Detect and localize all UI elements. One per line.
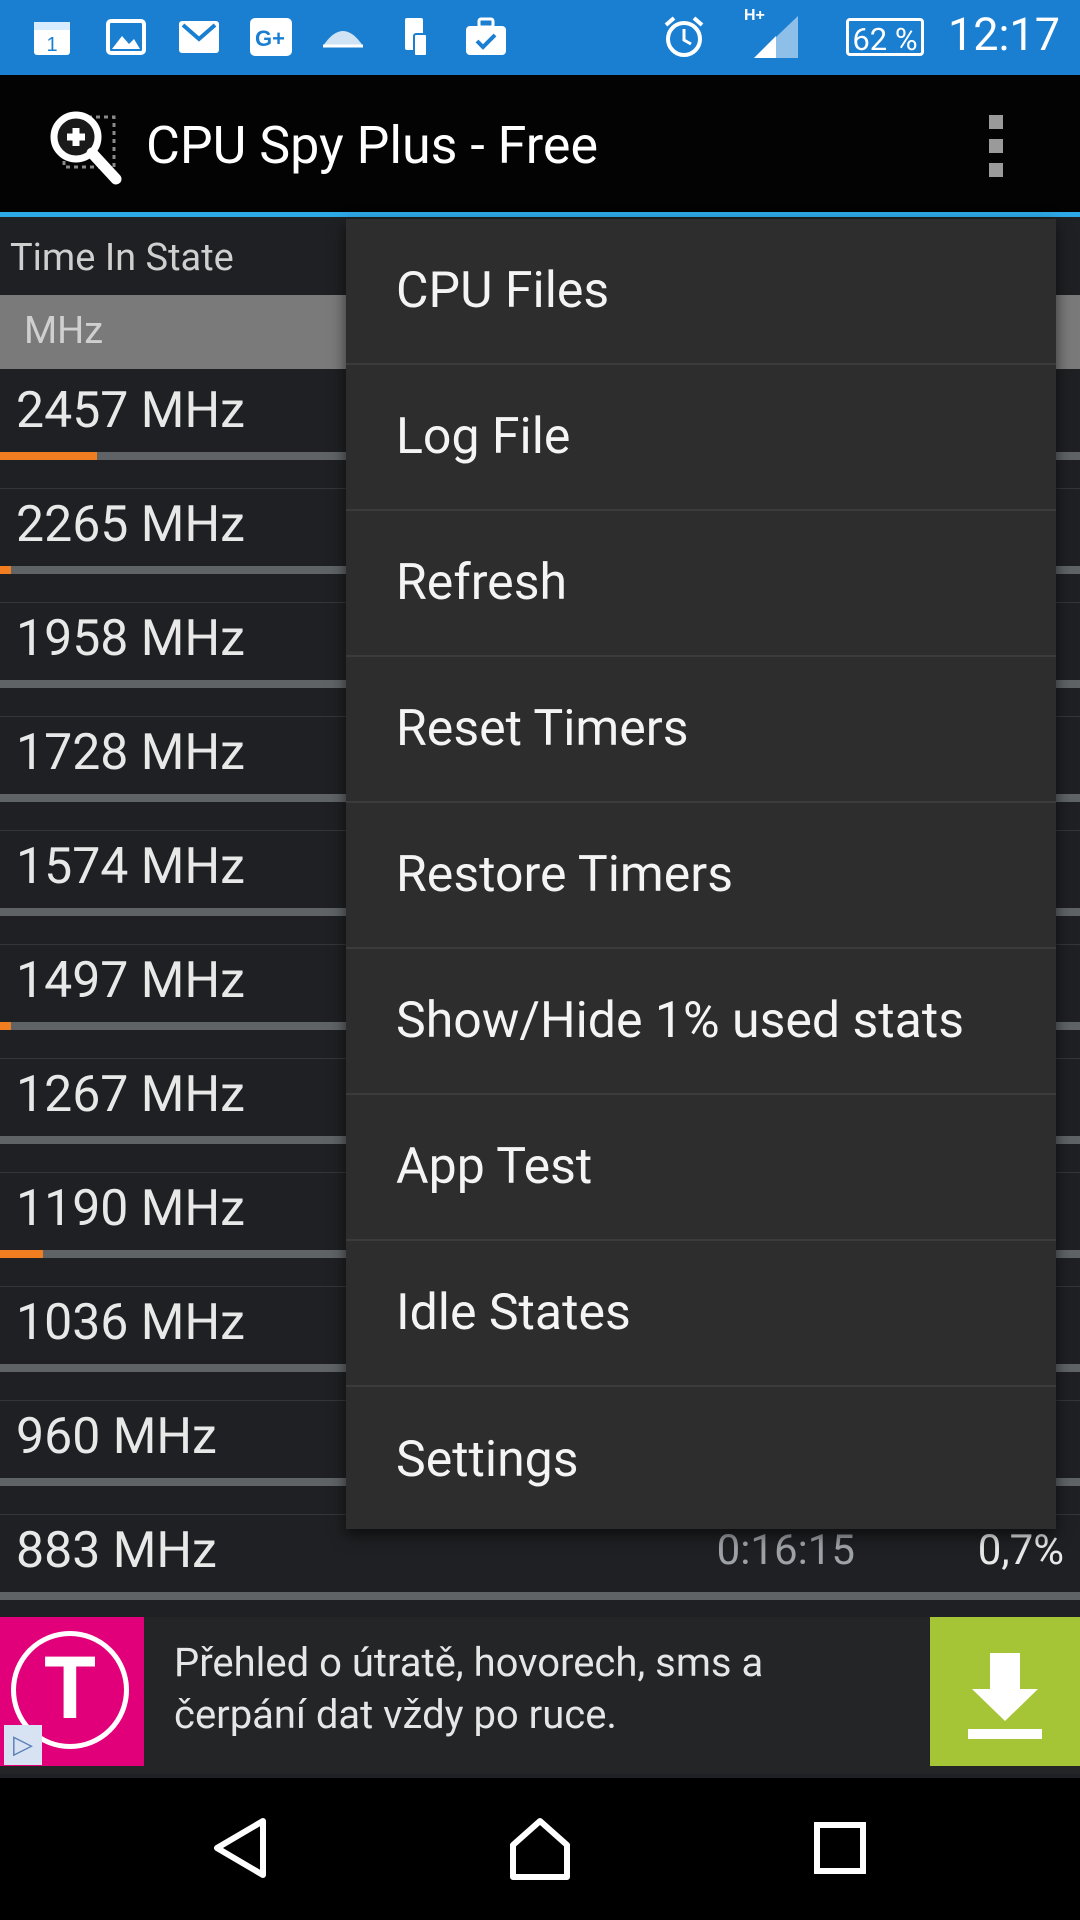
alarm-icon [661,15,707,59]
phone-device-icon [398,15,432,59]
adchoices-icon[interactable]: ▷ [4,1725,42,1765]
row-progress-fill [0,566,11,574]
game-icon [318,15,368,59]
calendar-icon: 1 [30,15,74,59]
row-progress-track [0,1592,1080,1600]
row-frequency: 2265 MHz [16,496,245,554]
download-button[interactable] [930,1617,1080,1766]
app-title: CPU Spy Plus - Free [146,115,599,176]
row-frequency: 2457 MHz [16,382,245,440]
signal-icon: H+ [740,7,806,59]
home-icon[interactable] [500,1808,580,1888]
ad-banner[interactable]: T Přehled o útratě, hovorech, sms a čerp… [0,1617,1080,1774]
row-frequency: 1497 MHz [16,952,245,1010]
ad-text-line-2: čerpání dat vždy po ruce. [174,1691,617,1738]
download-icon [968,1653,1042,1739]
gmail-icon [176,15,222,59]
row-frequency: 1267 MHz [16,1066,245,1124]
ad-text-line-1: Přehled o útratě, hovorech, sms a [174,1639,764,1686]
status-bar: 1 G+ H+ 62 % 12:17 [0,0,1080,75]
calendar-day-text: 1 [46,34,57,56]
back-icon[interactable] [200,1808,280,1888]
cpu-magnifier-icon [42,103,128,189]
row-progress-fill [0,1250,44,1258]
row-progress-fill [0,1022,11,1030]
section-title: Time In State [10,236,234,280]
navigation-bar [0,1778,1080,1920]
menu-item-app-test[interactable]: App Test [346,1095,1056,1241]
accent-divider [0,212,1080,217]
network-type: H+ [744,7,765,24]
battery-icon: 62 % [846,18,924,58]
row-frequency: 1574 MHz [16,838,245,896]
overflow-menu-icon[interactable] [985,115,1007,181]
overflow-menu: CPU Files Log File Refresh Reset Timers Rest… [346,219,1056,1529]
menu-item-restore-timers[interactable]: Restore Timers [346,803,1056,949]
row-progress-fill [0,452,98,460]
row-time: 0:16:15 [716,1526,855,1575]
menu-item-idle-states[interactable]: Idle States [346,1241,1056,1387]
menu-item-log-file[interactable]: Log File [346,365,1056,511]
row-frequency: 960 MHz [16,1408,217,1466]
menu-item-show-hide-1-used-stats[interactable]: Show/Hide 1% used stats [346,949,1056,1095]
menu-item-cpu-files[interactable]: CPU Files [346,219,1056,365]
row-frequency: 1190 MHz [16,1180,245,1238]
menu-item-reset-timers[interactable]: Reset Timers [346,657,1056,803]
menu-item-refresh[interactable]: Refresh [346,511,1056,657]
row-frequency: 1036 MHz [16,1294,245,1352]
battery-level: 62 % [852,21,918,58]
recents-icon[interactable] [800,1808,880,1888]
status-time: 12:17 [947,8,1060,61]
google-plus-icon: G+ [248,15,294,59]
svg-text:G+: G+ [255,26,285,51]
ad-text[interactable]: Přehled o útratě, hovorech, sms a čerpán… [174,1637,794,1741]
row-frequency: 883 MHz [16,1522,217,1580]
gallery-icon [104,15,148,59]
menu-item-settings[interactable]: Settings [346,1387,1056,1533]
row-frequency: 1728 MHz [16,724,245,782]
row-frequency: 1958 MHz [16,610,245,668]
column-header-label: MHz [24,309,104,353]
briefcase-check-icon [463,15,509,59]
row-percent: 0,7% [977,1526,1064,1575]
